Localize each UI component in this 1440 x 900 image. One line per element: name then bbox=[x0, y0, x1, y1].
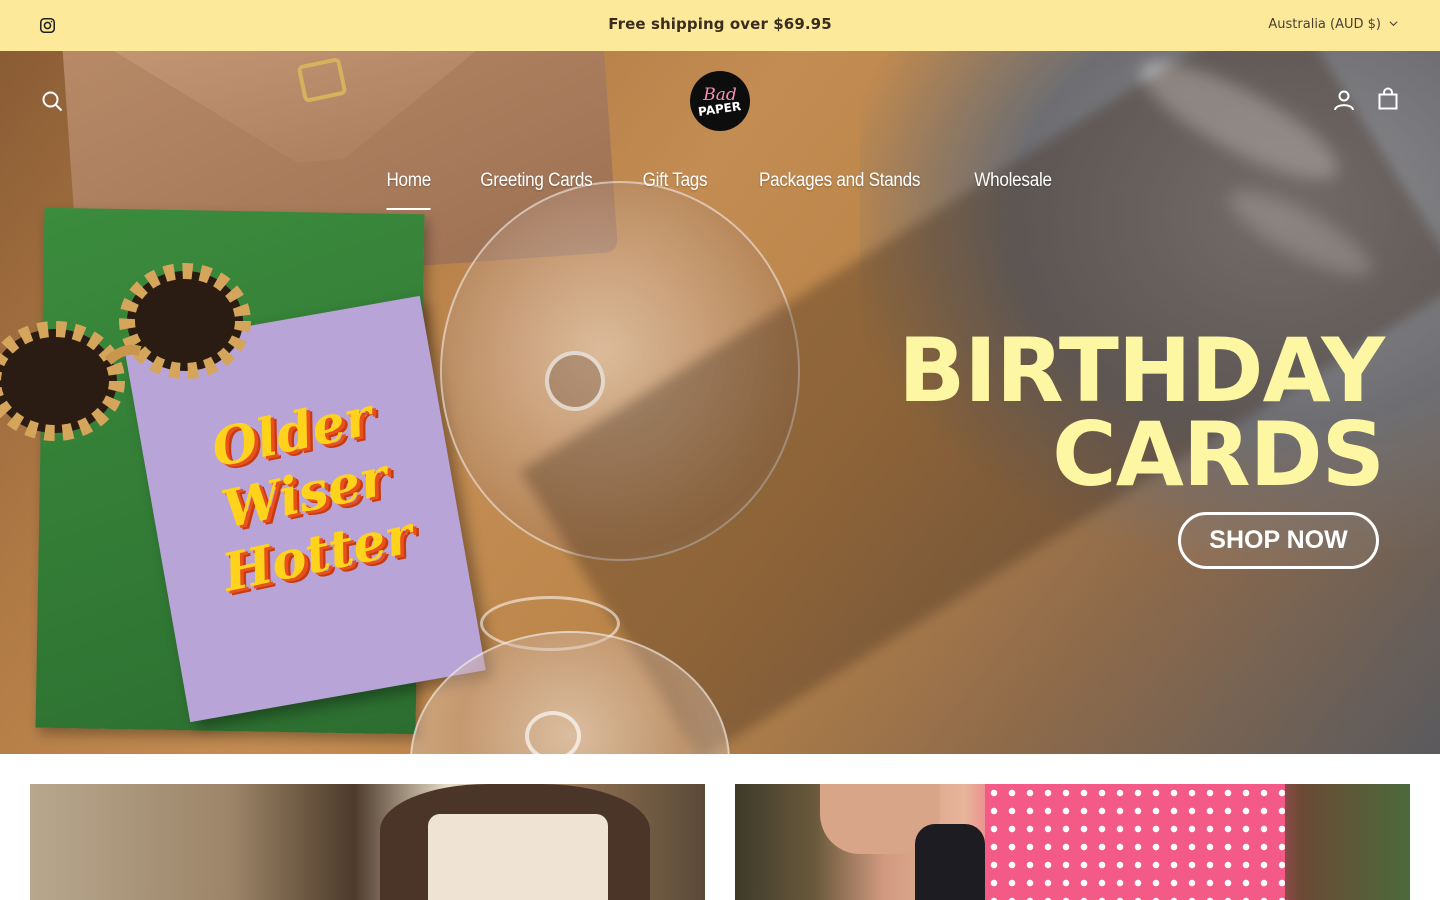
hero-headline-line2: CARDS bbox=[1052, 403, 1385, 506]
nav-wholesale[interactable]: Wholesale bbox=[974, 170, 1052, 210]
nav-packages-and-stands[interactable]: Packages and Stands bbox=[759, 170, 921, 210]
hero-headline-line1: BIRTHDAY bbox=[898, 319, 1385, 422]
feature-tile-right[interactable] bbox=[735, 784, 1410, 900]
person-top-image bbox=[428, 814, 608, 900]
feature-tile-left[interactable] bbox=[30, 784, 705, 900]
cart-icon[interactable] bbox=[1376, 87, 1400, 111]
nav-gift-tags[interactable]: Gift Tags bbox=[642, 170, 707, 210]
hero-headline: BIRTHDAY CARDS bbox=[898, 319, 1385, 506]
site-logo[interactable]: Bad PAPER bbox=[690, 71, 750, 131]
free-shipping-message: Free shipping over $69.95 bbox=[608, 15, 832, 33]
nav-greeting-cards[interactable]: Greeting Cards bbox=[480, 170, 592, 210]
chevron-down-icon bbox=[1389, 17, 1398, 32]
announcement-bar: Free shipping over $69.95 Australia (AUD… bbox=[0, 0, 1440, 51]
nav-home[interactable]: Home bbox=[386, 170, 432, 210]
country-selector[interactable]: Australia (AUD $) bbox=[1268, 17, 1398, 32]
shop-now-button[interactable]: SHOP NOW bbox=[1178, 512, 1379, 569]
country-selector-label: Australia (AUD $) bbox=[1268, 17, 1381, 32]
search-icon[interactable] bbox=[40, 89, 64, 113]
account-icon[interactable] bbox=[1332, 88, 1356, 112]
sunglasses-image bbox=[0, 263, 251, 441]
main-navigation: Home Greeting Cards Gift Tags Packages a… bbox=[0, 170, 1440, 210]
pink-dress-image bbox=[985, 784, 1285, 900]
wine-glass-base bbox=[525, 711, 581, 754]
hero-banner[interactable]: Older Wiser Hotter BIRTHDAY CARDS SHOP N… bbox=[0, 51, 1440, 754]
bottle-image bbox=[915, 824, 985, 900]
wine-glass-base bbox=[545, 351, 605, 411]
